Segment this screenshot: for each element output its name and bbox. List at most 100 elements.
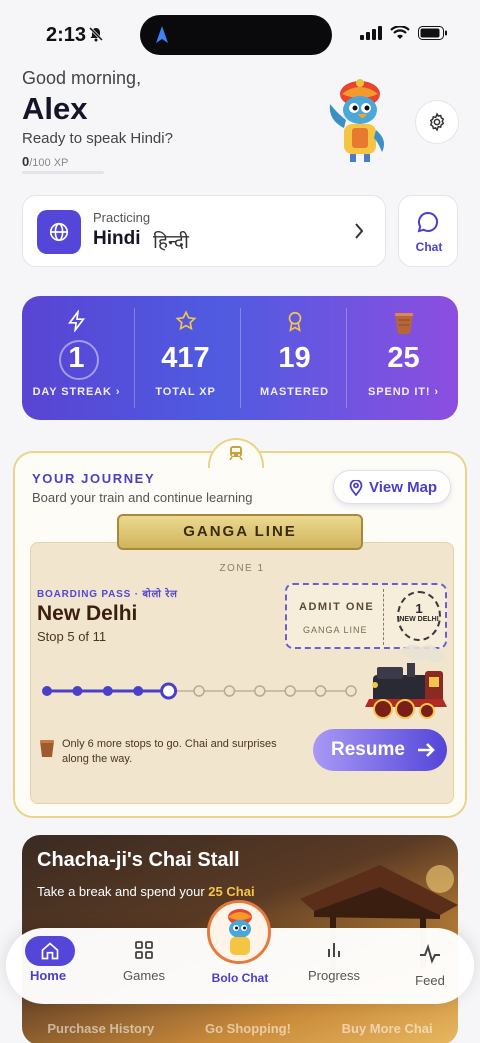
signal-icon <box>360 26 382 40</box>
chai-cup-icon <box>39 739 55 764</box>
lightning-icon <box>22 310 131 332</box>
stat-value: 417 <box>161 342 210 374</box>
chevron-right-icon <box>353 222 365 245</box>
nav-label: Games <box>123 968 165 983</box>
xp-total: /100 XP <box>29 157 69 169</box>
arrow-right-icon <box>418 743 435 757</box>
line-name-banner: GANGA LINE <box>117 514 363 550</box>
admit-line-label: GANGA LINE <box>303 625 368 635</box>
language-card[interactable]: Practicing Hindi हिन्दी <box>22 195 386 267</box>
stat-label: SPEND IT! › <box>367 386 439 398</box>
stats-panel: 1 DAY STREAK › 417 TOTAL XP 19 MASTERED … <box>22 296 458 420</box>
chai-stall-subtitle: Take a break and spend your 25 Chai <box>37 882 257 901</box>
route-stop-upcoming <box>193 685 205 697</box>
navigation-arrow-icon <box>154 25 170 50</box>
user-name: Alex <box>22 91 88 126</box>
greeting-text: Good morning, <box>22 68 142 88</box>
parrot-mascot[interactable] <box>322 74 394 171</box>
xp-progress-bar <box>22 171 104 174</box>
chai-amount: 25 <box>208 884 223 899</box>
stat-mastered: 19 MASTERED <box>240 296 349 420</box>
boarding-ticket: ZONE 1 BOARDING PASS · बोलो रेल New Delh… <box>30 542 454 804</box>
grid-icon <box>104 940 184 960</box>
xp-counter: 0/100 XP <box>22 154 68 169</box>
nav-progress[interactable]: Progress <box>294 928 374 1004</box>
language-name: Hindi <box>93 228 141 249</box>
journey-title: YOUR JOURNEY <box>32 471 156 486</box>
battery-icon <box>418 26 447 40</box>
stat-spend-it[interactable]: 25 SPEND IT! › <box>349 296 458 420</box>
train-icon <box>228 445 244 466</box>
wifi-icon <box>390 26 410 39</box>
medal-icon <box>240 310 349 332</box>
practicing-label: Practicing <box>93 210 151 225</box>
route-stop-done <box>72 686 83 696</box>
stat-value: 19 <box>278 342 311 374</box>
bar-chart-icon <box>294 940 374 960</box>
stop-stamp: 1 NEW DELHI <box>397 591 441 641</box>
globe-icon <box>37 210 81 254</box>
route-stop-current <box>160 682 178 700</box>
route-stop-upcoming <box>314 685 327 697</box>
star-icon <box>131 310 240 332</box>
ticket-perforation <box>383 589 384 645</box>
bolo-chat-avatar[interactable] <box>207 900 271 964</box>
route-stop-upcoming <box>284 685 296 697</box>
route-stop-done <box>133 686 144 696</box>
chai-stall-sub-prefix: Take a break and spend your <box>37 884 205 899</box>
home-icon <box>25 936 75 966</box>
go-shopping-link[interactable]: Go Shopping! <box>205 1021 291 1036</box>
stat-value: 1 <box>68 342 85 374</box>
resume-label: Resume <box>331 739 405 760</box>
route-progress <box>42 682 357 700</box>
journey-card: YOUR JOURNEY Board your train and contin… <box>13 451 467 818</box>
bell-off-icon <box>88 26 104 47</box>
status-bar: 2:13 <box>0 0 480 70</box>
admit-one-ticket: ADMIT ONE GANGA LINE 1 NEW DELHI <box>285 583 447 649</box>
settings-button[interactable] <box>415 100 459 144</box>
language-native-name: हिन्दी <box>153 232 189 253</box>
stat-divider <box>346 308 347 408</box>
chai-stall-actions: Purchase History Go Shopping! Buy More C… <box>22 1021 458 1036</box>
dynamic-island <box>140 15 332 55</box>
stat-day-streak[interactable]: 1 DAY STREAK › <box>22 296 131 420</box>
stat-label: MASTERED <box>260 386 329 398</box>
route-stop-upcoming <box>223 685 236 697</box>
journey-tab <box>208 438 264 468</box>
gear-icon <box>429 112 445 132</box>
admit-one-label: ADMIT ONE <box>299 601 375 613</box>
map-pin-icon <box>349 480 363 496</box>
boarding-pass-label: BOARDING PASS · बोलो रेल <box>37 589 178 600</box>
nav-label: Feed <box>415 973 445 988</box>
nav-label: Progress <box>307 968 361 983</box>
steam-train-icon <box>363 641 451 728</box>
nav-home[interactable]: Home <box>8 928 88 1004</box>
prompt-text: Ready to speak Hindi? <box>22 130 173 147</box>
buy-more-chai-link[interactable]: Buy More Chai <box>342 1021 433 1036</box>
view-map-label: View Map <box>369 479 438 496</box>
route-stop-upcoming <box>345 685 357 697</box>
nav-games[interactable]: Games <box>104 928 184 1004</box>
chai-unit: Chai <box>226 884 255 899</box>
stamp-number: 1 <box>415 601 423 616</box>
zone-label: ZONE 1 <box>219 563 265 574</box>
nav-label: Home <box>29 968 67 983</box>
station-name: New Delhi <box>37 602 138 625</box>
resume-button[interactable]: Resume <box>313 729 447 771</box>
stat-label: DAY STREAK › <box>32 386 121 398</box>
bolo-chat-label: Bolo Chat <box>211 971 269 985</box>
route-stop-done <box>102 686 113 696</box>
route-stop-done <box>42 686 52 696</box>
stat-value: 25 <box>387 342 420 374</box>
chat-bubble-icon <box>416 210 440 239</box>
nav-feed[interactable]: Feed <box>390 928 470 1004</box>
purchase-history-link[interactable]: Purchase History <box>47 1021 154 1036</box>
chat-button[interactable]: Chat <box>398 195 458 267</box>
view-map-button[interactable]: View Map <box>333 470 451 504</box>
stat-total-xp: 417 TOTAL XP <box>131 296 240 420</box>
status-time: 2:13 <box>46 24 87 46</box>
stop-counter: Stop 5 of 11 <box>37 629 107 644</box>
route-stop-upcoming <box>254 685 266 697</box>
stat-label: TOTAL XP <box>155 386 216 398</box>
chai-stall-title: Chacha-ji's Chai Stall <box>37 849 240 871</box>
